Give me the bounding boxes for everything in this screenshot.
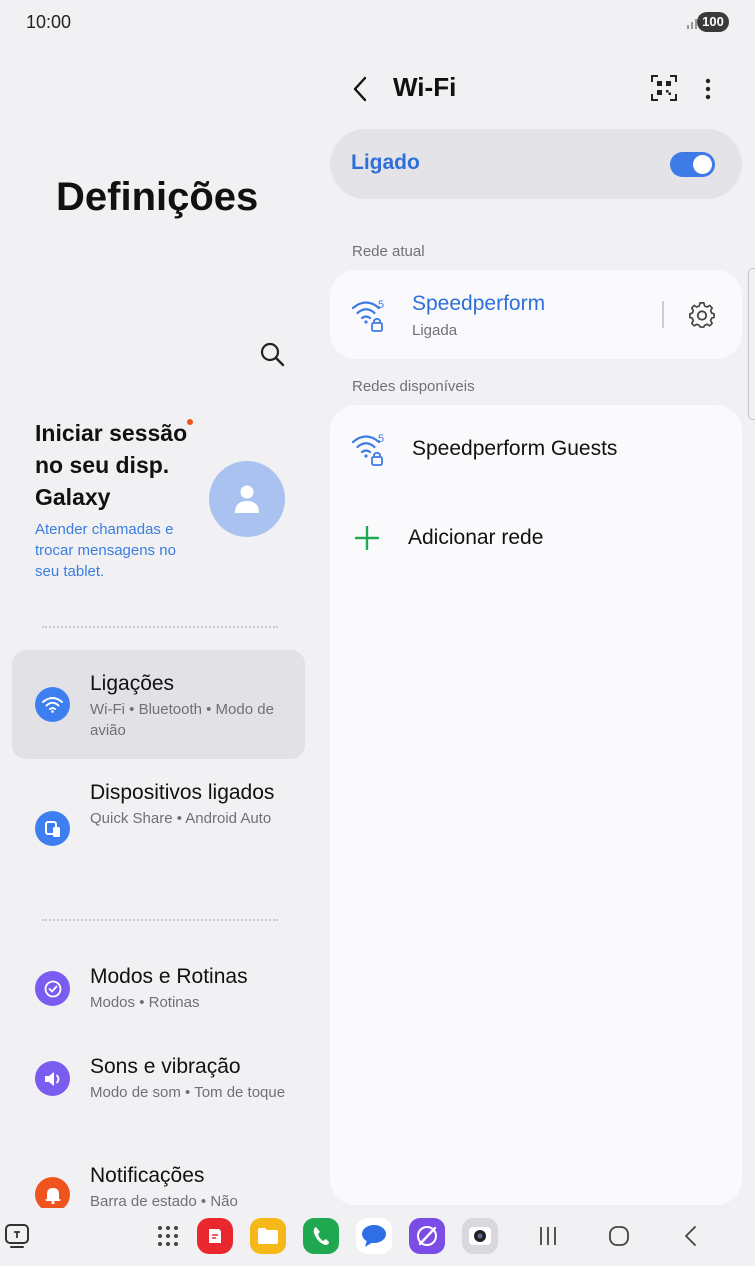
section-label-available: Redes disponíveis bbox=[352, 378, 475, 395]
wifi-header: Wi-Fi bbox=[330, 60, 742, 118]
status-bar: 10:00 100 bbox=[0, 0, 755, 44]
add-network-label: Adicionar rede bbox=[408, 526, 544, 549]
menu-item-subtitle: Barra de estado • Não bbox=[90, 1193, 238, 1208]
section-label-current: Rede atual bbox=[352, 243, 425, 260]
network-name: Speedperform Guests bbox=[412, 437, 618, 460]
wifi-toggle-row[interactable]: Ligado bbox=[330, 129, 742, 199]
add-network-row[interactable]: Adicionar rede bbox=[330, 501, 742, 575]
home-button[interactable] bbox=[604, 1218, 634, 1254]
person-icon bbox=[235, 485, 259, 513]
gear-icon[interactable] bbox=[688, 301, 716, 329]
menu-item-title: Notificações bbox=[90, 1164, 205, 1187]
navigation-bar bbox=[0, 1208, 755, 1266]
band-label: 5 bbox=[378, 299, 384, 311]
check-circle-icon bbox=[35, 971, 70, 1006]
menu-item-dispositivos[interactable]: Dispositivos ligados Quick Share • Andro… bbox=[12, 775, 305, 885]
notification-dot bbox=[187, 419, 193, 425]
menu-item-modos[interactable]: Modos e Rotinas Modos • Rotinas bbox=[12, 956, 305, 1020]
current-network-name: Speedperform bbox=[412, 292, 546, 315]
bell-icon bbox=[35, 1177, 70, 1208]
app-drawer-icon[interactable] bbox=[150, 1218, 186, 1254]
taskbar-recents-icon[interactable] bbox=[2, 1218, 32, 1254]
wifi-title: Wi-Fi bbox=[393, 72, 457, 102]
menu-item-title: Dispositivos ligados bbox=[90, 781, 275, 804]
page-title: Definições bbox=[56, 175, 259, 219]
wifi-switch[interactable] bbox=[670, 152, 715, 177]
available-networks-card: 5 Speedperform Guests Adicionar rede bbox=[330, 405, 742, 1205]
internet-app-icon[interactable] bbox=[409, 1218, 445, 1254]
current-network-status: Ligada bbox=[412, 322, 458, 339]
current-network-card[interactable]: 5 Speedperform Ligada bbox=[330, 270, 742, 359]
settings-panel: Definições Iniciar sessão no seu disp. G… bbox=[0, 44, 318, 1208]
switch-knob bbox=[693, 155, 712, 174]
account-signin[interactable]: Iniciar sessão no seu disp. Galaxy Atend… bbox=[35, 417, 305, 587]
wifi-toggle-label: Ligado bbox=[351, 151, 420, 174]
menu-item-sons[interactable]: Sons e vibração Modo de som • Tom de toq… bbox=[12, 1047, 305, 1133]
separator bbox=[662, 301, 664, 328]
recent-apps-button[interactable] bbox=[533, 1218, 563, 1254]
network-row[interactable]: 5 Speedperform Guests bbox=[330, 405, 742, 493]
back-arrow-icon[interactable] bbox=[348, 74, 374, 104]
phone-app-icon[interactable] bbox=[303, 1218, 339, 1254]
band-label: 5 bbox=[378, 433, 384, 445]
plus-icon bbox=[355, 526, 379, 550]
files-app-icon[interactable] bbox=[250, 1218, 286, 1254]
volume-icon bbox=[35, 1061, 70, 1096]
status-time: 10:00 bbox=[26, 12, 72, 32]
scrollbar[interactable] bbox=[748, 268, 755, 420]
battery-icon: 100 bbox=[697, 12, 729, 32]
notes-app-icon[interactable] bbox=[197, 1218, 233, 1254]
menu-item-subtitle: Wi-Fi • Bluetooth • Modo de avião bbox=[90, 701, 274, 739]
menu-item-subtitle: Modos • Rotinas bbox=[90, 994, 200, 1011]
messages-app-icon[interactable] bbox=[356, 1218, 392, 1254]
avatar[interactable] bbox=[209, 461, 285, 537]
qr-code-icon[interactable] bbox=[650, 74, 678, 102]
wifi-lock-icon: 5 bbox=[351, 299, 384, 332]
menu-item-subtitle: Modo de som • Tom de toque bbox=[90, 1084, 286, 1101]
camera-app-icon[interactable] bbox=[462, 1218, 498, 1254]
devices-icon bbox=[35, 811, 70, 846]
account-title: Iniciar sessão no seu disp. Galaxy bbox=[35, 420, 188, 510]
wifi-lock-icon: 5 bbox=[351, 433, 384, 466]
search-icon[interactable] bbox=[258, 340, 286, 368]
menu-item-title: Modos e Rotinas bbox=[90, 965, 248, 988]
account-subtitle: Atender chamadas e trocar mensagens no s… bbox=[35, 521, 176, 580]
divider bbox=[42, 919, 278, 921]
wifi-icon bbox=[35, 687, 70, 722]
more-options-icon[interactable] bbox=[698, 74, 718, 104]
back-button[interactable] bbox=[676, 1218, 706, 1254]
menu-item-subtitle: Quick Share • Android Auto bbox=[90, 810, 272, 827]
menu-item-notificacoes[interactable]: Notificações Barra de estado • Não bbox=[12, 1155, 305, 1208]
divider bbox=[42, 626, 278, 628]
menu-item-title: Sons e vibração bbox=[90, 1055, 241, 1078]
menu-item-title: Ligações bbox=[90, 672, 175, 695]
menu-item-ligacoes[interactable]: Ligações Wi-Fi • Bluetooth • Modo de avi… bbox=[12, 650, 305, 759]
